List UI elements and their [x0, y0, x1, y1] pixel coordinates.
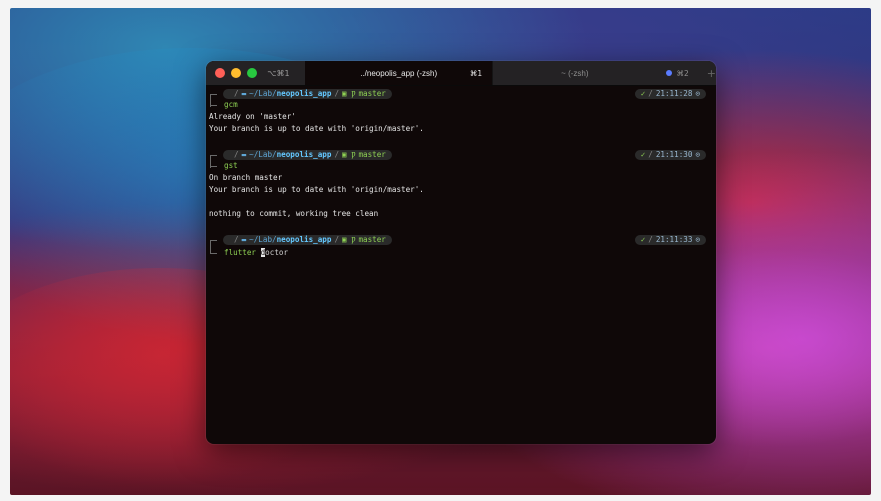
check-icon: ✓	[640, 150, 646, 159]
prompt-time: 21:11:33	[655, 235, 693, 244]
tab-shortcut: ⌘1	[469, 68, 483, 78]
git-branch-icon: ▣ Ƿ	[342, 89, 356, 98]
clock-icon: ⊙	[695, 150, 700, 159]
prompt-line: / ▬ ~/Lab/neopolis_app / ▣ Ƿ master ✓ / …	[210, 150, 706, 168]
command-line: gst	[210, 160, 238, 171]
minimize-button[interactable]	[231, 68, 241, 78]
prompt-time: 21:11:28	[655, 89, 693, 98]
zoom-button[interactable]	[247, 68, 257, 78]
tab-bar-right: ⌘2 +	[656, 61, 716, 85]
folder-icon: ▬	[241, 150, 247, 159]
prompt-line: / ▬ ~/Lab/neopolis_app / ▣ Ƿ master ✓ / …	[210, 89, 706, 107]
git-branch-icon: ▣ Ƿ	[342, 150, 356, 159]
git-branch-icon: ▣ Ƿ	[342, 235, 356, 244]
check-icon: ✓	[640, 235, 646, 244]
output-line: nothing to commit, working tree clean	[209, 209, 379, 218]
clock-icon: ⊙	[695, 89, 700, 98]
folder-icon: ▬	[241, 89, 247, 98]
prompt-segment: / ▬ ~/Lab/neopolis_app / ▣ Ƿ master	[223, 89, 392, 99]
command-input[interactable]: flutter doctor	[224, 247, 288, 258]
tab-label: ~ (-zsh)	[561, 68, 589, 78]
command-line: gcm	[210, 99, 238, 110]
prompt-status: ✓ / 21:11:30 ⊙	[634, 150, 706, 160]
output-line: On branch master	[209, 173, 283, 182]
prompt-status: ✓ / 21:11:33 ⊙	[634, 235, 706, 245]
output-line: Already on 'master'	[209, 112, 296, 121]
tab-neopolis-app[interactable]: ../neopolis_app (-zsh) ⌘1	[305, 61, 493, 85]
activity-dot-icon	[666, 70, 673, 76]
check-icon: ✓	[640, 89, 646, 98]
tab-shortcut: ⌘2	[676, 68, 689, 78]
new-tab-button[interactable]: +	[707, 67, 716, 80]
prompt-segment: / ▬ ~/Lab/neopolis_app / ▣ Ƿ master	[223, 150, 392, 160]
output-line: Your branch is up to date with 'origin/m…	[209, 185, 424, 194]
tab-bar: ⌥⌘1 ../neopolis_app (-zsh) ⌘1 ~ (-zsh) ⌘…	[206, 61, 716, 86]
terminal-window[interactable]: ⌥⌘1 ../neopolis_app (-zsh) ⌘1 ~ (-zsh) ⌘…	[206, 61, 716, 444]
command-text: gcm	[224, 100, 238, 109]
tab-home[interactable]: ~ (-zsh)	[492, 61, 656, 85]
window-controls	[206, 61, 267, 85]
command-line[interactable]: flutter doctor	[210, 247, 288, 258]
prompt-time: 21:11:30	[655, 150, 693, 159]
prompt-line: / ▬ ~/Lab/neopolis_app / ▣ Ƿ master ✓ / …	[210, 235, 706, 253]
clock-icon: ⊙	[695, 235, 700, 244]
terminal-content[interactable]: / ▬ ~/Lab/neopolis_app / ▣ Ƿ master ✓ / …	[206, 87, 716, 444]
command-text: gst	[224, 161, 238, 170]
tab-label: ../neopolis_app (-zsh)	[360, 68, 438, 78]
folder-icon: ▬	[241, 235, 247, 244]
prompt-status: ✓ / 21:11:28 ⊙	[634, 89, 706, 99]
window-shortcut: ⌥⌘1	[267, 68, 290, 78]
output-line: Your branch is up to date with 'origin/m…	[209, 124, 424, 133]
close-button[interactable]	[215, 68, 225, 78]
prompt-segment: / ▬ ~/Lab/neopolis_app / ▣ Ƿ master	[223, 235, 392, 245]
